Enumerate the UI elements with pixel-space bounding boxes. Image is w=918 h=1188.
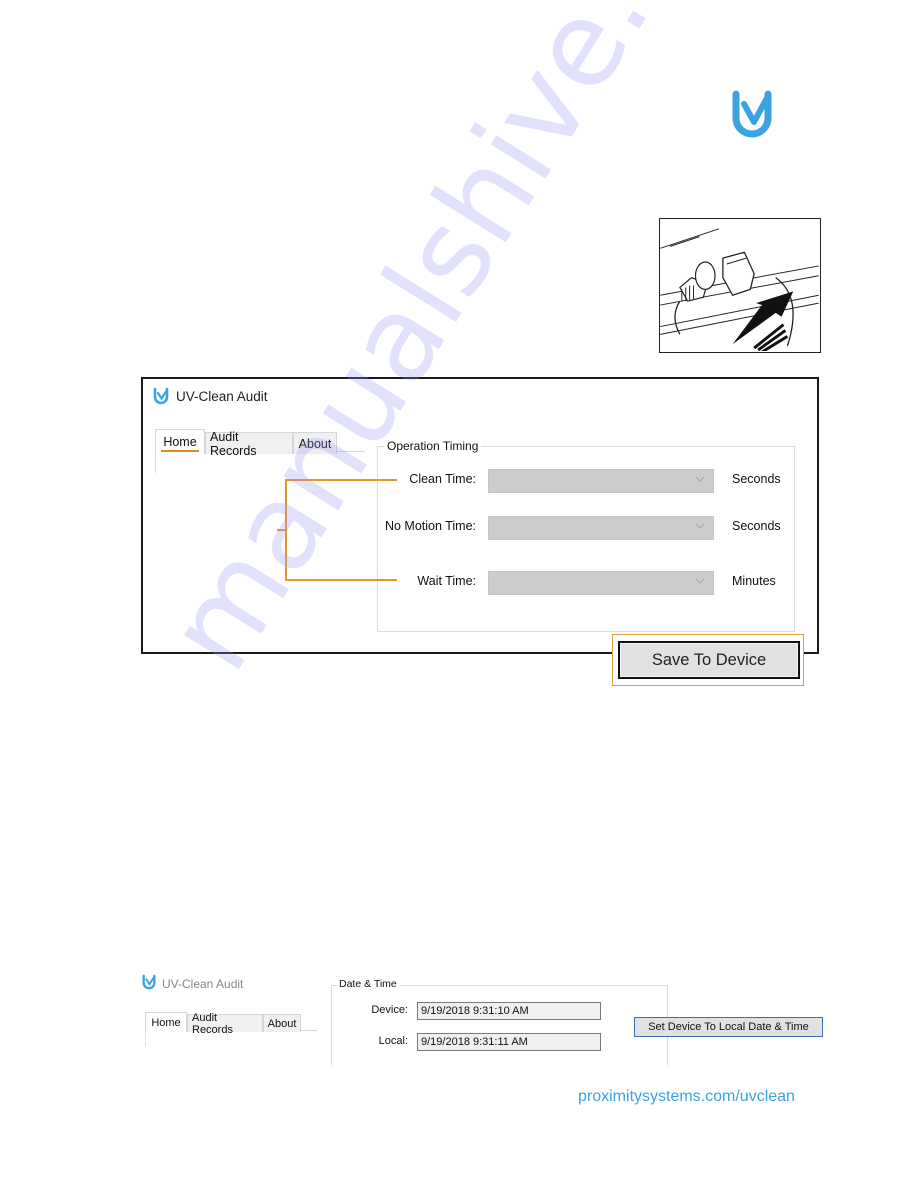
- device-time-label: Device:: [371, 1004, 408, 1016]
- no-motion-time-label: No Motion Time:: [384, 519, 476, 533]
- tab-bar: Home Audit Records About: [155, 429, 337, 458]
- no-motion-time-dropdown[interactable]: [488, 516, 714, 540]
- wait-time-unit: Minutes: [732, 574, 776, 588]
- connector-illustration: [659, 218, 821, 353]
- set-device-to-local-datetime-button[interactable]: Set Device To Local Date & Time: [634, 1017, 823, 1037]
- local-time-label: Local:: [378, 1035, 408, 1047]
- tab-label: Audit Records: [192, 1011, 233, 1036]
- datetime-tab-bar: Home Audit Records About: [145, 1012, 301, 1036]
- tab-label: About: [267, 1017, 297, 1030]
- datetime-window-title-bar: UV-Clean Audit: [141, 974, 243, 993]
- uv-check-logo-icon: [141, 974, 157, 993]
- clean-time-unit: Seconds: [732, 472, 781, 486]
- window-title-bar: UV-Clean Audit: [152, 387, 268, 405]
- tab-about[interactable]: About: [263, 1014, 301, 1032]
- device-time-field[interactable]: 9/19/2018 9:31:10 AM: [417, 1002, 601, 1020]
- window-title: UV-Clean Audit: [162, 976, 244, 991]
- tab-page-border: [145, 1032, 146, 1046]
- tab-audit-records[interactable]: Audit Records: [187, 1012, 263, 1036]
- uv-check-logo-icon: [152, 387, 170, 405]
- brand-logo-icon: [728, 88, 776, 144]
- active-tab-indicator: [161, 450, 199, 452]
- website-link[interactable]: proximitysystems.com/uvclean: [578, 1088, 795, 1106]
- tab-page-border: [155, 453, 156, 473]
- chevron-down-icon: [695, 523, 705, 529]
- chevron-down-icon: [695, 476, 705, 482]
- annotation-bracket-vertical: [285, 479, 287, 581]
- date-time-group: [331, 985, 668, 1065]
- chevron-down-icon: [695, 578, 705, 584]
- tab-label: Home: [151, 1016, 181, 1029]
- tab-label: Home: [163, 435, 197, 449]
- window-title: UV-Clean Audit: [176, 388, 268, 404]
- wait-time-dropdown[interactable]: [488, 571, 714, 595]
- arrow-up-icon: [732, 291, 794, 345]
- operation-timing-label: Operation Timing: [384, 439, 482, 453]
- tab-baseline: [337, 451, 365, 452]
- app-window-operation-timing: UV-Clean Audit Home Audit Records About …: [141, 377, 819, 654]
- tab-baseline: [301, 1030, 317, 1031]
- tab-label: About: [298, 436, 332, 451]
- tab-home[interactable]: Home: [145, 1012, 187, 1032]
- local-time-field[interactable]: 9/19/2018 9:31:11 AM: [417, 1033, 601, 1051]
- save-to-device-button[interactable]: Save To Device: [618, 641, 800, 679]
- clean-time-label: Clean Time:: [409, 472, 476, 486]
- tab-home[interactable]: Home: [155, 429, 205, 454]
- date-time-group-label: Date & Time: [336, 978, 400, 990]
- tab-about[interactable]: About: [293, 432, 337, 454]
- annotation-bracket-tick: [277, 529, 285, 531]
- wait-time-label: Wait Time:: [417, 574, 476, 588]
- tab-label: Audit Records: [210, 429, 257, 458]
- clean-time-dropdown[interactable]: [488, 469, 714, 493]
- tab-audit-records[interactable]: Audit Records: [205, 430, 293, 458]
- no-motion-time-unit: Seconds: [732, 519, 781, 533]
